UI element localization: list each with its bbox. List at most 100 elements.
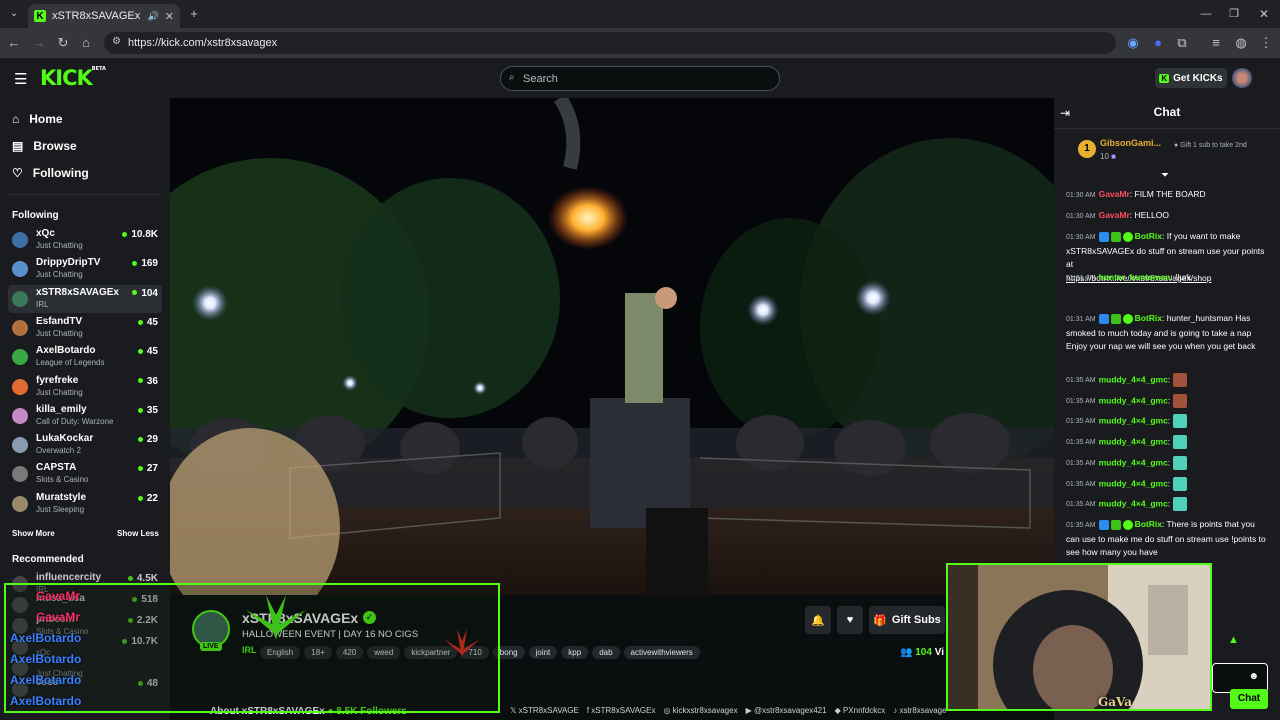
message-time: 01:35 AM — [1066, 460, 1096, 468]
send-chat-button[interactable]: Chat — [1230, 689, 1268, 709]
gift-subs-label: Gift Subs — [891, 614, 941, 626]
social-link[interactable]: ▶ @xstr8xsavagex421 — [746, 706, 827, 715]
new-tab-icon[interactable]: + — [186, 6, 202, 22]
heart-icon: ♡ — [12, 166, 23, 180]
gift-sub-prompt[interactable]: ● Gift 1 sub to take 2nd — [1174, 141, 1269, 150]
message-username[interactable]: GavaMr — [1099, 210, 1130, 220]
message-username[interactable]: muddy_4×4_gmc — [1099, 374, 1168, 384]
show-more-button[interactable]: Show More — [12, 529, 55, 538]
message-username[interactable]: BotRix — [1135, 231, 1162, 241]
following-channel[interactable]: xQc Just Chatting 10.8K — [8, 226, 162, 254]
following-channel[interactable]: LukaKockar Overwatch 2 29 — [8, 431, 162, 459]
emoji-icon[interactable]: ☻ — [1248, 671, 1259, 682]
chat-message: 01:35 AM muddy_4×4_gmc: — [1066, 394, 1270, 409]
following-channel[interactable]: xSTR8xSAVAGEx IRL 104 — [8, 284, 162, 313]
channel-category: Overwatch 2 — [36, 446, 81, 456]
tab-list-icon[interactable]: ⌄ — [6, 6, 22, 22]
channel-name: DrippyDripTV — [36, 257, 101, 269]
viewer-count: 36 — [138, 376, 158, 387]
close-window-icon[interactable]: ✕ — [1256, 6, 1272, 22]
channel-avatar — [12, 495, 28, 512]
back-icon[interactable]: ← — [6, 35, 22, 51]
message-username[interactable]: GavaMr — [1099, 189, 1130, 199]
stream-tag[interactable]: joint — [528, 646, 558, 659]
close-tab-icon[interactable]: ✕ — [165, 10, 174, 23]
menu-kebab-icon[interactable]: ⋮ — [1258, 35, 1274, 51]
following-channel[interactable]: killa_emily Call of Duty: Warzone 35 — [8, 402, 162, 430]
get-kicks-button[interactable]: K Get KICKs — [1155, 68, 1227, 88]
message-username[interactable]: BotRix — [1135, 313, 1162, 323]
forward-icon[interactable]: → — [31, 35, 47, 51]
video-player[interactable] — [170, 98, 1054, 595]
site-info-icon[interactable]: ⚙ — [112, 36, 121, 47]
stream-tag[interactable]: kpp — [561, 646, 589, 659]
gift-subs-button[interactable]: 🎁 Gift Subs — [869, 606, 945, 634]
home-browser-icon[interactable]: ⌂ — [78, 35, 94, 51]
message-username[interactable]: muddy_4×4_gmc — [1099, 498, 1168, 508]
message-username[interactable]: muddy_4×4_gmc — [1099, 457, 1168, 467]
following-channel[interactable]: CAPSTA Slots & Casino 27 — [8, 460, 162, 488]
message-username[interactable]: BotRix — [1135, 519, 1162, 529]
message-colon: : — [1167, 457, 1173, 468]
leaderboard-user[interactable]: GibsonGami... — [1100, 138, 1161, 148]
gift-sub-text: Gift 1 sub to take 2nd — [1180, 142, 1247, 149]
channel-name: influencercity — [36, 572, 102, 583]
user-avatar[interactable] — [1232, 68, 1252, 88]
beta-badge: BETA — [91, 66, 106, 72]
reload-icon[interactable]: ↻ — [55, 35, 71, 51]
following-channel[interactable]: fyrefreke Just Chatting 36 — [8, 373, 162, 401]
message-time: 01:35 AM — [1066, 418, 1096, 426]
overlay-chat-name: AxelBotardo — [10, 631, 82, 645]
channel-category: IRL — [36, 299, 49, 309]
following-channel[interactable]: EsfandTV Just Chatting 45 — [8, 314, 162, 342]
show-less-button[interactable]: Show Less — [117, 529, 159, 538]
nav-home[interactable]: ⌂ Home — [12, 112, 63, 126]
minimize-icon[interactable]: — — [1198, 6, 1214, 22]
profile-icon[interactable]: ◍ — [1233, 35, 1249, 51]
following-channel[interactable]: Muratstyle Just Sleeping 22 — [8, 490, 162, 518]
hamburger-menu-icon[interactable]: ☰ — [14, 70, 27, 88]
overlay-chat-name: AxelBotardo — [10, 673, 82, 687]
message-time: 01:35 AM — [1066, 439, 1096, 447]
message-username[interactable]: muddy_4×4_gmc — [1099, 436, 1168, 446]
browser-tab[interactable]: K xSTR8xSAVAGEx Stream - W 🔊 ✕ — [28, 4, 180, 28]
following-channel[interactable]: AxelBotardo League of Legends 45 — [8, 343, 162, 371]
chat-message: 01:35 AM muddy_4×4_gmc: — [1066, 373, 1270, 388]
stream-tag[interactable]: activewithviewers — [623, 646, 700, 659]
social-link[interactable]: ◎ kickxstr8xsavagex — [663, 706, 737, 715]
channel-name: killa_emily — [36, 403, 87, 415]
following-channel[interactable]: DrippyDripTV Just Chatting 169 — [8, 255, 162, 283]
social-link[interactable]: f xSTR8xSAVAGEx — [587, 706, 656, 715]
follow-button[interactable]: ♥ — [837, 606, 863, 634]
search-input[interactable]: ⌕ Search — [500, 66, 780, 91]
kick-logo[interactable]: KICKBETA — [40, 66, 106, 90]
nav-browse[interactable]: ▤ Browse — [12, 139, 77, 153]
discord-icon: ◆ — [834, 706, 843, 715]
audio-icon[interactable]: 🔊 — [148, 11, 159, 22]
restore-icon[interactable]: ❐ — [1226, 6, 1242, 22]
emote-icon — [1172, 414, 1187, 428]
social-link[interactable]: 𝕏 xSTR8xSAVAGE — [510, 706, 579, 715]
channel-name: xSTR8xSAVAGEx — [36, 286, 119, 298]
channel-category: Just Chatting — [36, 241, 83, 250]
chat-filter-icon[interactable]: ⏷ — [1161, 170, 1169, 181]
social-handle: xstr8xsavage — [899, 706, 947, 715]
message-username[interactable]: muddy_4×4_gmc — [1099, 415, 1168, 425]
address-bar[interactable]: ⚙ https://kick.com/xstr8xsavagex — [104, 32, 1116, 54]
get-kicks-label: Get KICKs — [1173, 72, 1223, 84]
message-username[interactable]: muddy_4×4_gmc — [1099, 478, 1168, 488]
vpn-extension-icon[interactable]: ● — [1150, 35, 1166, 51]
social-link[interactable]: ◆ PXnnfdckcx — [835, 706, 886, 715]
stream-tag[interactable]: dab — [592, 646, 620, 659]
channel-category: Call of Duty: Warzone — [36, 416, 114, 426]
notification-bell-button[interactable]: 🔔 — [805, 606, 831, 634]
following-heading: Following — [12, 210, 59, 221]
extensions-puzzle-icon[interactable]: ⧉ — [1174, 35, 1190, 51]
social-link[interactable]: ♪ xstr8xsavage — [893, 706, 946, 715]
extension-icon[interactable]: ◉ — [1125, 35, 1141, 51]
message-username[interactable]: muddy_4×4_gmc — [1099, 395, 1168, 405]
reading-list-icon[interactable]: ≡ — [1208, 35, 1224, 51]
nav-following[interactable]: ♡ Following — [12, 166, 89, 180]
chat-emote-icons[interactable]: ▲ — [1228, 634, 1239, 646]
message-username[interactable]: hunter_huntsman — [1099, 272, 1171, 282]
